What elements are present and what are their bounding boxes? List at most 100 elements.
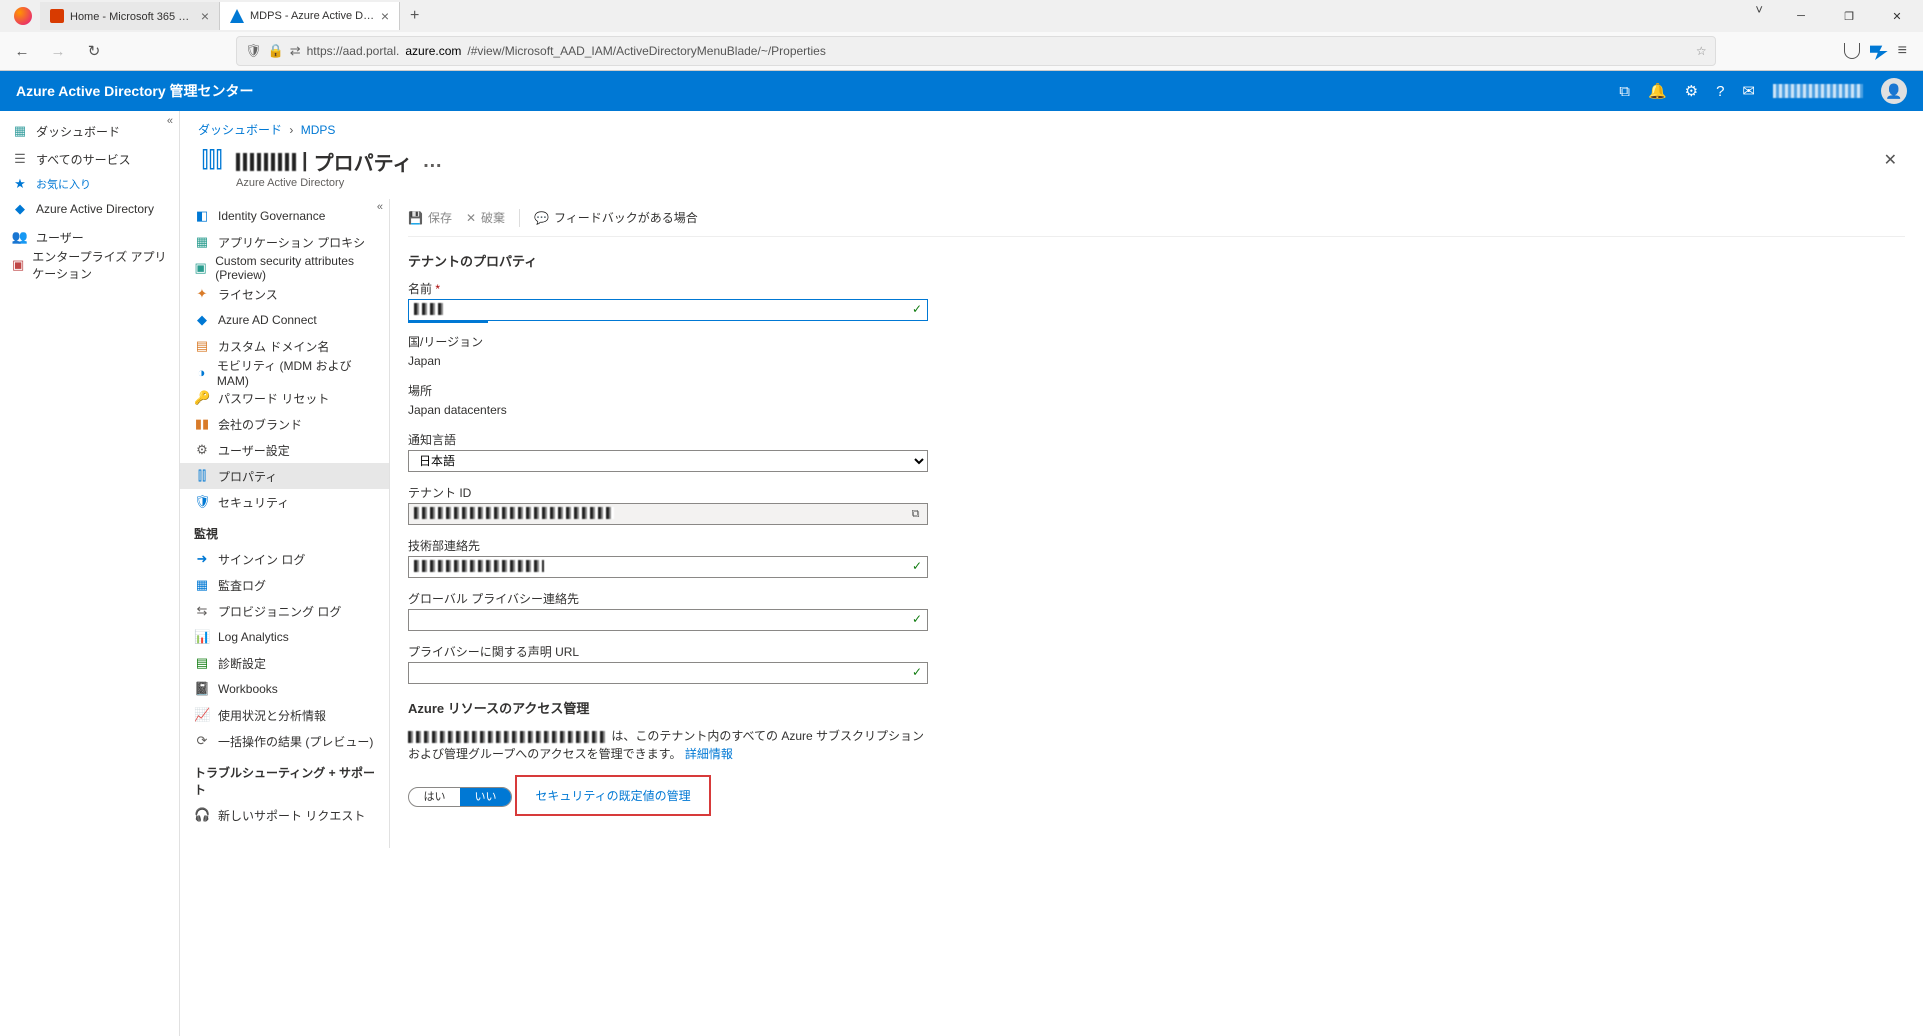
title-divider: |: [302, 150, 308, 173]
resource-menu: « ◧Identity Governance ▦アプリケーション プロキシ ▣C…: [180, 199, 390, 848]
access-description: は、このテナント内のすべての Azure サブスクリプションおよび管理グループへ…: [408, 727, 928, 763]
new-tab-button[interactable]: +: [400, 7, 429, 25]
redacted-user: [408, 731, 608, 743]
chevron-down-icon[interactable]: ˅: [1743, 2, 1775, 30]
res-item-identity-governance[interactable]: ◧Identity Governance: [180, 203, 389, 229]
tab-title: Home - Microsoft 365 管理セン: [70, 8, 195, 24]
toggle-yes[interactable]: はい: [409, 788, 460, 806]
res-item-audit-logs[interactable]: ▦監査ログ: [180, 572, 389, 598]
res-item-workbooks[interactable]: 📓Workbooks: [180, 676, 389, 702]
res-item-custom-domains[interactable]: ▤カスタム ドメイン名: [180, 333, 389, 359]
hamburger-icon[interactable]: ≡: [1898, 42, 1907, 60]
res-label: モビリティ (MDM および MAM): [217, 357, 375, 388]
browser-tab-active[interactable]: MDPS - Azure Active Directory ×: [220, 2, 400, 30]
help-icon[interactable]: ?: [1716, 83, 1724, 100]
close-icon[interactable]: ×: [381, 8, 389, 24]
collapse-menu-icon[interactable]: «: [377, 201, 383, 213]
bookmark-icon[interactable]: ☆: [1696, 44, 1707, 58]
nav-aad[interactable]: ◆ Azure Active Directory: [0, 195, 179, 223]
field-value: Japan: [408, 352, 928, 370]
forward-button[interactable]: →: [44, 37, 72, 65]
collapse-nav-icon[interactable]: «: [167, 115, 173, 127]
nav-users[interactable]: 👥 ユーザー: [0, 223, 179, 251]
cloud-shell-icon[interactable]: ⧉: [1619, 83, 1630, 100]
breadcrumb-current[interactable]: MDPS: [301, 123, 336, 137]
res-item-licenses[interactable]: ✦ライセンス: [180, 281, 389, 307]
res-item-properties[interactable]: ⫿⫿プロパティ: [180, 463, 389, 489]
res-item-new-support[interactable]: 🎧新しいサポート リクエスト: [180, 802, 389, 828]
privacy-url-input[interactable]: [408, 662, 928, 684]
name-input[interactable]: [408, 299, 928, 321]
reload-button[interactable]: ↻: [80, 37, 108, 65]
users-icon: 👥: [12, 229, 28, 245]
settings-icon[interactable]: ⚙: [1685, 82, 1698, 100]
azure-header: Azure Active Directory 管理センター ⧉ 🔔 ⚙ ? ✉ …: [0, 71, 1923, 111]
field-label: 通知言語: [408, 431, 928, 448]
nav-enterprise-apps[interactable]: ▣ エンタープライズ アプリケーション: [0, 251, 179, 279]
main-layout: « ▦ ダッシュボード ☰ すべてのサービス ★ お気に入り ◆ Azure A…: [0, 111, 1923, 1036]
azure-icon: [230, 9, 244, 23]
feedback-button[interactable]: 💬フィードバックがある場合: [534, 209, 698, 226]
res-item-usage[interactable]: 📈使用状況と分析情報: [180, 702, 389, 728]
section-title: テナントのプロパティ: [408, 251, 1905, 270]
notifications-icon[interactable]: 🔔: [1648, 82, 1667, 100]
close-icon[interactable]: ×: [201, 8, 209, 24]
nav-label: ユーザー: [36, 229, 84, 246]
discard-button[interactable]: ✕破棄: [466, 209, 505, 226]
lock-icon: 🔒: [268, 43, 284, 59]
close-button[interactable]: ✕: [1875, 2, 1919, 30]
properties-icon: ⫿⫿⫿: [198, 146, 226, 174]
security-defaults-link[interactable]: セキュリティの既定値の管理: [535, 789, 690, 803]
maximize-button[interactable]: ❐: [1827, 2, 1871, 30]
command-bar: 💾保存 ✕破棄 💬フィードバックがある場合: [408, 199, 1905, 237]
shield-icon: 🛡: [245, 43, 262, 59]
toggle-no[interactable]: いいえ: [460, 788, 511, 806]
res-item-diagnostic[interactable]: ▤ 診断設定: [180, 650, 389, 676]
access-toggle[interactable]: はい いいえ: [408, 787, 512, 807]
close-blade-button[interactable]: ✕: [1876, 146, 1905, 174]
analytics-icon: 📊: [194, 629, 210, 645]
res-label: 一括操作の結果 (プレビュー): [218, 733, 373, 750]
res-label: 診断設定: [218, 655, 266, 672]
save-button[interactable]: 💾保存: [408, 209, 452, 226]
nav-all-services[interactable]: ☰ すべてのサービス: [0, 145, 179, 173]
minimize-button[interactable]: ─: [1779, 2, 1823, 30]
diagnostic-icon: ▤: [194, 655, 210, 671]
res-item-security[interactable]: 🛡セキュリティ: [180, 489, 389, 515]
user-settings-icon: ⚙: [194, 442, 210, 458]
field-label: 技術部連絡先: [408, 537, 928, 554]
signin-icon: ➜: [194, 551, 210, 567]
language-select[interactable]: 日本語: [408, 450, 928, 472]
browser-tab[interactable]: Home - Microsoft 365 管理セン ×: [40, 2, 220, 30]
address-bar[interactable]: 🛡 🔒 ⇄ https://aad.portal.azure.com/#view…: [236, 36, 1716, 66]
field-label: 名前: [408, 282, 432, 296]
breadcrumb-root[interactable]: ダッシュボード: [198, 123, 282, 137]
privacy-contact-input[interactable]: [408, 609, 928, 631]
avatar[interactable]: 👤: [1881, 78, 1907, 104]
field-label: テナント ID: [408, 484, 928, 501]
redacted-value: [414, 560, 544, 572]
res-item-log-analytics[interactable]: 📊 Log Analytics: [180, 624, 389, 650]
pocket-icon[interactable]: [1844, 43, 1860, 59]
connect-icon: ◆: [194, 312, 210, 328]
more-icon[interactable]: …: [418, 146, 446, 177]
res-item-provisioning-logs[interactable]: ⇆プロビジョニング ログ: [180, 598, 389, 624]
power-automate-icon[interactable]: [1870, 42, 1888, 60]
more-info-link[interactable]: 詳細情報: [685, 747, 733, 761]
res-label: Log Analytics: [218, 630, 289, 644]
res-item-custom-security[interactable]: ▣Custom security attributes (Preview): [180, 255, 389, 281]
res-item-bulk-ops[interactable]: ⟳一括操作の結果 (プレビュー): [180, 728, 389, 754]
res-item-app-proxy[interactable]: ▦アプリケーション プロキシ: [180, 229, 389, 255]
back-button[interactable]: ←: [8, 37, 36, 65]
res-item-mobility[interactable]: ◑モビリティ (MDM および MAM): [180, 359, 389, 385]
feedback-icon[interactable]: ✉: [1742, 82, 1755, 100]
res-item-user-settings[interactable]: ⚙ユーザー設定: [180, 437, 389, 463]
res-item-ad-connect[interactable]: ◆Azure AD Connect: [180, 307, 389, 333]
res-header-monitor: 監視: [180, 515, 389, 546]
copy-button[interactable]: ⧉: [904, 503, 928, 525]
res-item-branding[interactable]: ▮▮会社のブランド: [180, 411, 389, 437]
res-item-signin-logs[interactable]: ➜サインイン ログ: [180, 546, 389, 572]
nav-dashboard[interactable]: ▦ ダッシュボード: [0, 117, 179, 145]
res-item-password-reset[interactable]: 🔑パスワード リセット: [180, 385, 389, 411]
field-name: 名前 * ✓: [408, 280, 928, 321]
